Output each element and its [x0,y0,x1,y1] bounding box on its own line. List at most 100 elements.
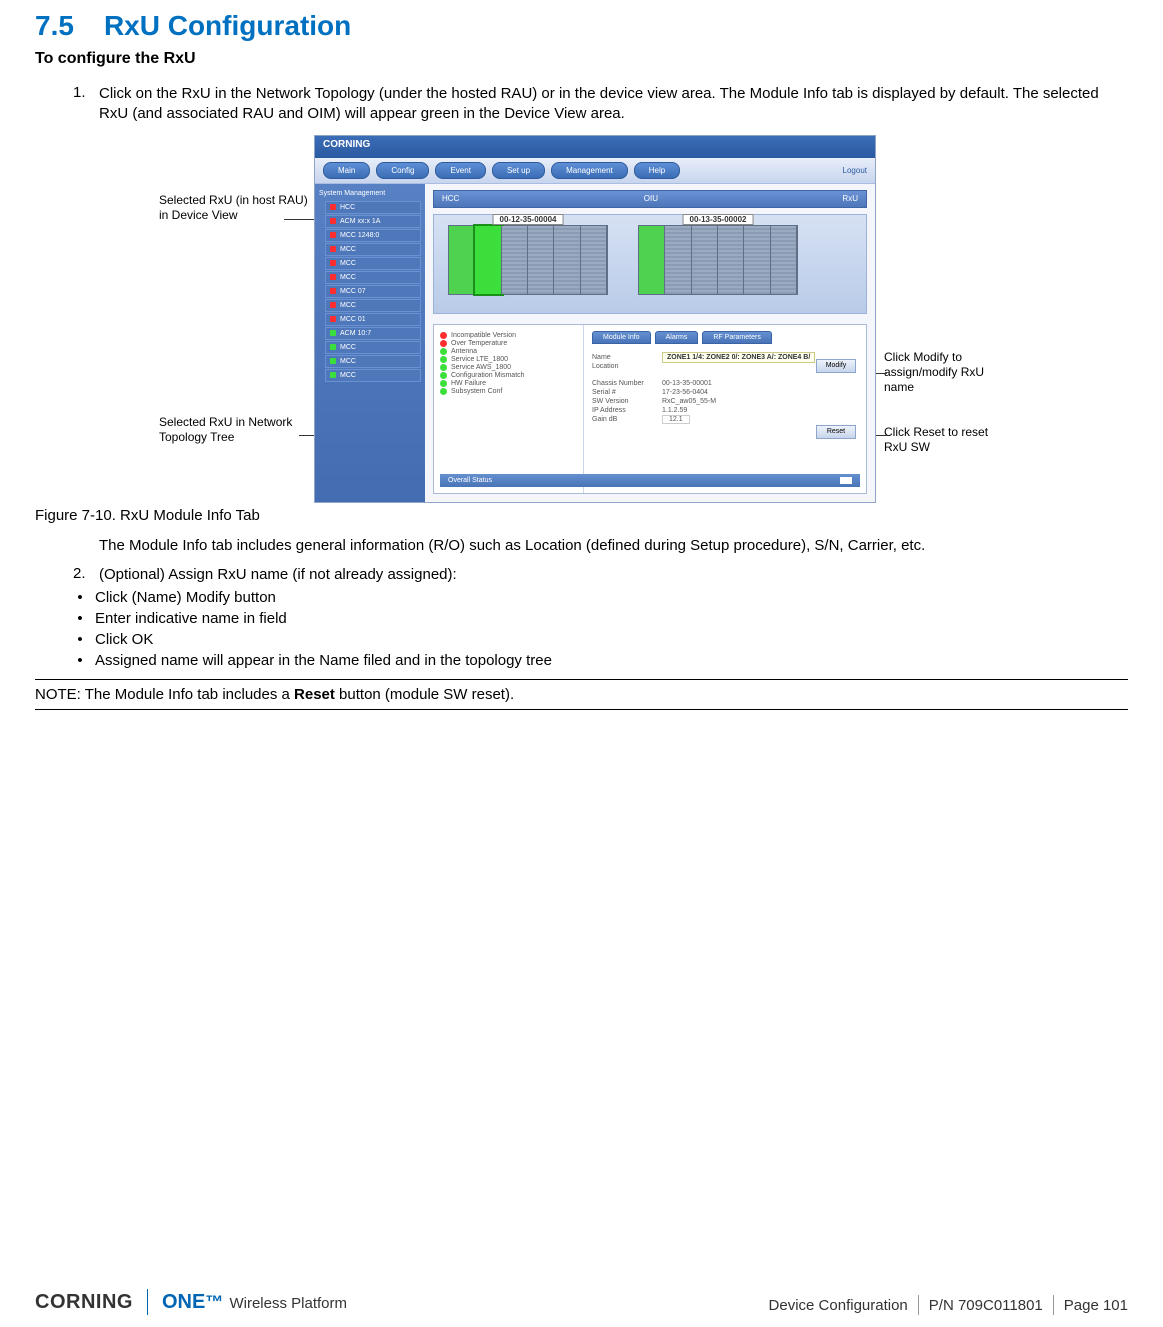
figure-caption: Figure 7-10. RxU Module Info Tab [35,507,1128,524]
slot-selected-rxu[interactable] [475,226,501,294]
tab-event[interactable]: Event [435,162,485,179]
tree-item[interactable]: MCC [325,369,421,382]
tree-item[interactable]: MCC 01 [325,313,421,326]
tab-module-info[interactable]: Module Info [592,331,651,344]
footer-meta: Device Configuration P/N 709C011801 Page… [769,1295,1128,1315]
note-bold: Reset [294,686,335,703]
bullet-item: •Click (Name) Modify button [65,589,1128,606]
alarm-item: Incompatible Version [440,332,577,339]
tree-item-selected-rxu[interactable]: MCC [325,355,421,368]
note-prefix: NOTE: The Module Info tab includes a [35,686,294,703]
device-bar-left: HCC [442,194,459,203]
tree-item[interactable]: MCC [325,243,421,256]
slot[interactable] [581,226,607,294]
tree-item[interactable]: MCC [325,271,421,284]
slot[interactable] [692,226,718,294]
bullet-item: •Click OK [65,631,1128,648]
slot[interactable] [528,226,554,294]
tab-help[interactable]: Help [634,162,680,179]
tree-item[interactable]: MCC [325,299,421,312]
step-2: 2. (Optional) Assign RxU name (if not al… [73,565,1128,585]
slot[interactable] [744,226,770,294]
chassis-label: 00-12-35-00004 [493,214,564,225]
footer-pn: P/N 709C011801 [929,1297,1043,1314]
app-window: CORNING Main Config Event Set up Managem… [314,135,876,503]
tab-rf-parameters[interactable]: RF Parameters [702,331,771,344]
slot[interactable] [665,226,691,294]
info-row-sw-version: SW Version RxC_aw05_55-M [592,398,858,405]
device-bar-right: RxU [842,194,858,203]
slot[interactable] [502,226,528,294]
alarm-item: Over Temperature [440,340,577,347]
slot[interactable] [449,226,475,294]
section-heading: 7.5 RxU Configuration [35,10,1128,42]
callout-reset: Click Reset to reset RxU SW [884,425,1004,455]
network-topology-tree: System Management HCC ACM xx:x 1A MCC 12… [315,184,425,502]
info-row-chassis: Chassis Number 00-13-35-00001 [592,380,858,387]
bullet-item: •Enter indicative name in field [65,610,1128,627]
overall-status-label: Overall Status [448,477,492,484]
slot[interactable] [718,226,744,294]
note-suffix: button (module SW reset). [335,686,514,703]
callout-selected-rxu-tree: Selected RxU in Network Topology Tree [159,415,314,445]
corning-logo: CORNING [35,1291,133,1314]
brand-divider [147,1289,148,1315]
footer-section: Device Configuration [769,1297,908,1314]
chassis-rau[interactable]: 00-12-35-00004 [448,225,608,295]
tab-setup[interactable]: Set up [492,162,545,179]
alarm-list: Incompatible Version Over Temperature An… [434,325,584,493]
slot[interactable] [554,226,580,294]
brand-area: CORNING ONE™ Wireless Platform [35,1289,347,1315]
device-view: 00-12-35-00004 00-13-35-0000 [433,214,867,314]
callout-modify: Click Modify to assign/modify RxU name [884,350,1004,395]
tab-config[interactable]: Config [376,162,429,179]
tab-main[interactable]: Main [323,162,370,179]
chassis-oim[interactable]: 00-13-35-00002 [638,225,798,295]
tree-item[interactable]: ACM xx:x 1A [325,215,421,228]
tree-item[interactable]: MCC 07 [325,285,421,298]
modify-button[interactable]: Modify [816,359,856,373]
note-block: NOTE: The Module Info tab includes a Res… [35,679,1128,710]
name-field[interactable]: ZONE1 1/4: ZONE2 0/: ZONE3 A/: ZONE4 B/ [662,352,815,363]
device-view-header: HCC OIU RxU [433,190,867,208]
subheading: To configure the RxU [35,50,1128,68]
slot[interactable] [639,226,665,294]
main-tabs: Main Config Event Set up Management Help… [315,158,875,184]
tree-root[interactable]: HCC [325,201,421,214]
tree-item[interactable]: ACM 10:7 [325,327,421,340]
bullet-list: •Click (Name) Modify button •Enter indic… [65,589,1128,669]
alarm-item: Subsystem Conf [440,388,577,395]
tree-item[interactable]: MCC [325,341,421,354]
logout-link[interactable]: Logout [843,166,867,175]
tree-item[interactable]: MCC [325,257,421,270]
lower-panel: Incompatible Version Over Temperature An… [433,324,867,494]
chassis-label: 00-13-35-00002 [683,214,754,225]
alarm-item: Service AWS_1800 [440,364,577,371]
step-2-number: 2. [73,565,99,585]
tree-item[interactable]: MCC 1248:0 [325,229,421,242]
reset-button[interactable]: Reset [816,425,856,439]
bullet-item: •Assigned name will appear in the Name f… [65,652,1128,669]
page-footer: CORNING ONE™ Wireless Platform Device Co… [35,1289,1128,1315]
tab-alarms[interactable]: Alarms [655,331,699,344]
step-1-number: 1. [73,84,99,125]
tab-management[interactable]: Management [551,162,628,179]
step-1-text: Click on the RxU in the Network Topology… [99,84,1128,125]
alarm-item: Configuration Mismatch [440,372,577,379]
info-row-serial: Serial # 17-23-56-0404 [592,389,858,396]
footer-sep [1053,1295,1054,1315]
paragraph-module-info-desc: The Module Info tab includes general inf… [99,536,1128,556]
section-title: RxU Configuration [104,10,351,41]
footer-page-number: Page 101 [1064,1297,1128,1314]
section-number: 7.5 [35,10,74,41]
tree-header: System Management [319,190,421,197]
step-1: 1. Click on the RxU in the Network Topol… [73,84,1128,125]
info-row-ip: IP Address 1.1.2.59 [592,407,858,414]
device-bar-center: OIU [644,194,658,203]
app-titlebar: CORNING [315,136,875,158]
module-info-panel: Module Info Alarms RF Parameters Name ZO… [584,325,866,493]
info-row-gain: Gain dB 12.1 [592,416,858,423]
slot[interactable] [771,226,797,294]
alarm-item: Service LTE_1800 [440,356,577,363]
alarm-item: HW Failure [440,380,577,387]
